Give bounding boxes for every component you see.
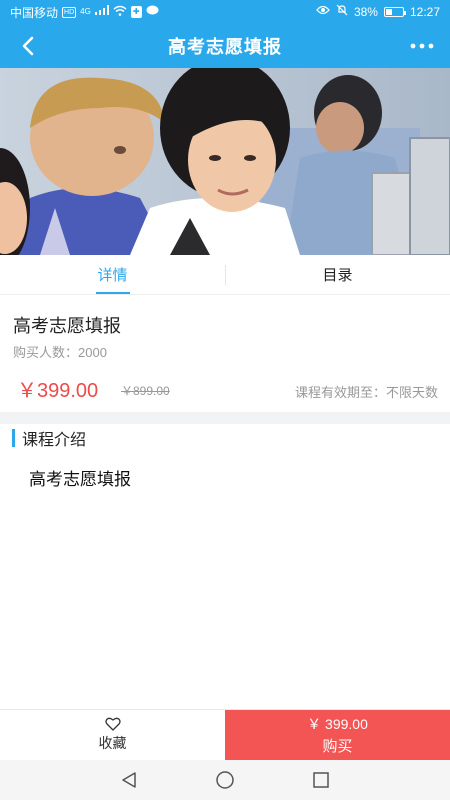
- favorite-button[interactable]: 收藏: [0, 710, 225, 760]
- section-divider: [0, 412, 450, 424]
- detail-tabs: 详情 目录: [0, 255, 450, 295]
- buy-price: ￥ 399.00: [307, 716, 368, 732]
- circle-home-icon: [216, 771, 234, 789]
- system-home-button[interactable]: [177, 760, 273, 800]
- intro-heading: 课程介绍: [22, 432, 87, 449]
- app-notification-icon: ✚: [130, 6, 142, 18]
- battery-icon: [383, 7, 406, 17]
- buyer-count: 购买人数：2000: [13, 345, 107, 360]
- course-banner-image: [0, 68, 450, 255]
- eye-icon: [316, 5, 330, 19]
- hd-icon: HD: [62, 6, 77, 18]
- mute-bell-icon: [336, 4, 348, 20]
- current-price: ￥399.00: [17, 380, 99, 402]
- triangle-back-icon: [122, 772, 136, 788]
- more-horizontal-icon: [410, 43, 434, 49]
- signal-icon: [94, 5, 109, 19]
- status-bar: 中国移动 HD 4G ✚ 38% 12:27: [0, 0, 450, 24]
- course-info: 高考志愿填报 购买人数：2000 ￥399.00 ￥899.00 课程有效期至：…: [0, 296, 450, 412]
- intro-content: 高考志愿填报: [29, 470, 131, 489]
- buy-button[interactable]: ￥ 399.00 购买: [225, 710, 450, 760]
- network-label: 4G: [80, 7, 91, 16]
- clock: 12:27: [409, 5, 440, 19]
- system-recents-button[interactable]: [273, 760, 369, 800]
- nav-bar: 高考志愿填报: [0, 24, 450, 68]
- system-nav-bar: [0, 760, 450, 800]
- tab-catalog[interactable]: 目录: [225, 255, 450, 294]
- section-accent-bar: [12, 429, 15, 447]
- square-recents-icon: [313, 772, 329, 788]
- wifi-icon: [113, 5, 127, 20]
- heart-icon: [104, 717, 121, 731]
- message-icon: [146, 5, 159, 20]
- original-price: ￥899.00: [121, 384, 170, 398]
- battery-percent: 38%: [353, 5, 378, 19]
- buy-label: 购买: [322, 738, 353, 755]
- tab-details[interactable]: 详情: [0, 255, 225, 294]
- back-button[interactable]: [14, 32, 42, 60]
- course-title: 高考志愿填报: [13, 316, 121, 336]
- validity-period: 课程有效期至：不限天数: [294, 385, 438, 400]
- bottom-action-bar: 收藏 ￥ 399.00 购买: [0, 709, 450, 760]
- intro-section-header: 课程介绍: [12, 428, 87, 449]
- page-title: 高考志愿填报: [168, 37, 282, 57]
- chevron-left-icon: [22, 36, 34, 56]
- favorite-label: 收藏: [98, 735, 127, 751]
- carrier-label: 中国移动: [10, 5, 59, 20]
- more-button[interactable]: [406, 32, 438, 60]
- system-back-button[interactable]: [81, 760, 177, 800]
